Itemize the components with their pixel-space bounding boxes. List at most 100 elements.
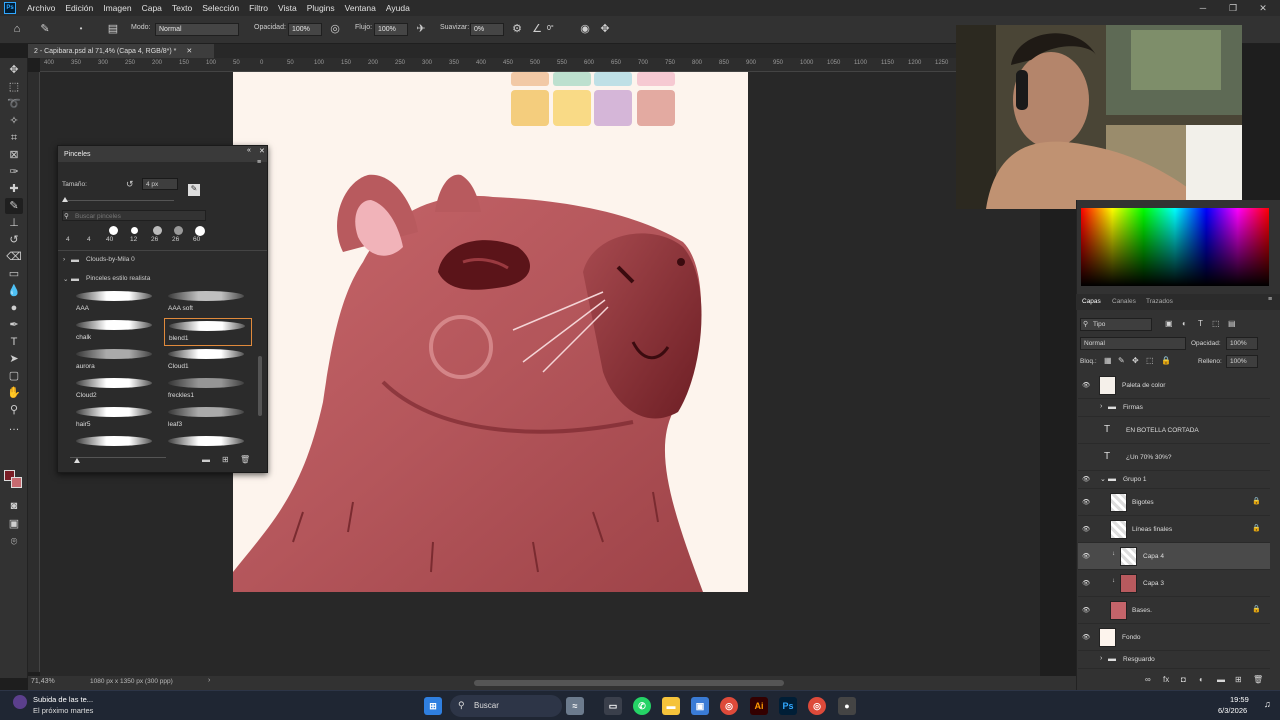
pressure-size-icon[interactable]: ◉ <box>578 22 592 36</box>
brush-preset-selected[interactable]: blend1 <box>164 318 252 346</box>
eye-icon[interactable]: 👁 <box>1082 579 1091 588</box>
healing-brush-tool-icon[interactable]: ✚ <box>5 181 23 197</box>
flow-field[interactable]: 100% <box>374 23 408 36</box>
notification-title[interactable]: Subida de las te... <box>33 695 93 704</box>
filter-smart-object-icon[interactable]: ▤ <box>1228 319 1236 328</box>
brush-settings-icon-panel[interactable]: ✎ <box>188 184 200 196</box>
filter-pixel-icon[interactable]: ▣ <box>1165 319 1173 328</box>
chrome-icon[interactable]: ◎ <box>720 697 738 715</box>
brush-search-input[interactable]: Buscar pinceles <box>62 210 206 221</box>
recent-brush-size[interactable]: 26 <box>172 236 179 243</box>
close-icon[interactable]: ✕ <box>1248 0 1278 16</box>
pressure-opacity-icon[interactable]: ◎ <box>328 22 342 36</box>
rectangle-tool-icon[interactable]: ▢ <box>5 368 23 384</box>
color-spectrum[interactable] <box>1081 208 1269 286</box>
menu-archivo[interactable]: Archivo <box>22 3 60 13</box>
zoom-level[interactable]: 71,43% <box>31 678 55 685</box>
layer-name[interactable]: Líneas finales <box>1132 526 1172 533</box>
pen-tool-icon[interactable]: ✒ <box>5 317 23 333</box>
more-tools-icon[interactable]: … <box>5 419 23 435</box>
folder-chevron-icon[interactable]: › <box>1100 403 1102 410</box>
layer-opacity-field[interactable]: 100% <box>1226 337 1258 350</box>
illustrator-icon[interactable]: Ai <box>750 697 768 715</box>
notification-subtitle[interactable]: El próximo martes <box>33 706 93 715</box>
layer-name[interactable]: Resguardo <box>1123 656 1155 663</box>
recent-brush-tip[interactable] <box>131 227 138 234</box>
brush-size-picker-icon[interactable]: • <box>74 22 88 36</box>
layer-name[interactable]: Capa 4 <box>1143 553 1164 560</box>
brush-group-clouds[interactable]: Clouds-by-Mila 0 <box>86 256 135 263</box>
brush-preset[interactable]: leaf3 <box>164 405 252 433</box>
history-brush-tool-icon[interactable]: ↺ <box>5 232 23 248</box>
layer-row[interactable]: 👁 Bases. 🔒 <box>1078 597 1270 624</box>
document-canvas[interactable] <box>233 72 748 592</box>
layer-row[interactable]: › ▬ Resguardo <box>1078 651 1270 669</box>
gradient-tool-icon[interactable]: ▭ <box>5 266 23 282</box>
layer-row[interactable]: T EN BOTELLA CORTADA <box>1078 417 1270 444</box>
photoshop-taskbar-icon[interactable]: Ps <box>779 697 797 715</box>
delete-brush-icon[interactable]: 🗑 <box>240 455 250 464</box>
add-mask-icon[interactable]: ◘ <box>1181 675 1186 684</box>
recent-brush-size[interactable]: 60 <box>193 236 200 243</box>
layer-row[interactable]: 👁 Líneas finales 🔒 <box>1078 516 1270 543</box>
brush-preset[interactable] <box>164 434 252 446</box>
panel-menu-icon[interactable]: ≡ <box>1268 296 1272 303</box>
filter-shape-icon[interactable]: ⬚ <box>1212 319 1220 328</box>
notifications-bell-icon[interactable]: ♫ <box>1264 699 1271 709</box>
recent-brush-tip[interactable] <box>109 226 118 235</box>
filter-type-icon[interactable]: T <box>1198 319 1203 328</box>
brush-tool-icon[interactable]: ✎ <box>5 198 23 214</box>
brushes-panel-header[interactable]: Pinceles « ✕ ≡ <box>58 146 267 166</box>
home-icon[interactable]: ⌂ <box>10 22 24 36</box>
new-brush-icon[interactable]: ⊞ <box>222 455 229 464</box>
status-chevron-icon[interactable]: › <box>208 677 210 684</box>
layer-name[interactable]: Bases. <box>1132 607 1152 614</box>
menu-vista[interactable]: Vista <box>273 3 302 13</box>
layer-row[interactable]: 👁 Paleta de color <box>1078 372 1270 399</box>
recent-brush-size[interactable]: 12 <box>130 236 137 243</box>
link-layers-icon[interactable]: ∞ <box>1145 675 1151 684</box>
layer-name[interactable]: Bigotes <box>1132 499 1154 506</box>
recent-brush-size[interactable]: 4 <box>87 236 91 243</box>
quick-mask-icon[interactable]: ◙ <box>5 498 23 514</box>
marquee-tool-icon[interactable]: ⬚ <box>5 79 23 95</box>
brush-preset[interactable]: Cloud1 <box>164 347 252 375</box>
hand-tool-icon[interactable]: ✋ <box>5 385 23 401</box>
brush-preset[interactable]: Cloud2 <box>72 376 160 404</box>
brush-settings-icon[interactable]: ▤ <box>106 22 120 36</box>
eyedropper-tool-icon[interactable]: ✑ <box>5 164 23 180</box>
layer-name[interactable]: Capa 3 <box>1143 580 1164 587</box>
size-field[interactable]: 4 px <box>142 178 178 190</box>
panel-close-icon[interactable]: ✕ <box>259 147 265 155</box>
lock-artboard-icon[interactable]: ⬚ <box>1146 356 1154 365</box>
folder-chevron-icon[interactable]: › <box>1100 655 1102 662</box>
smoothing-field[interactable]: 0% <box>470 23 504 36</box>
layer-row[interactable]: 👁 ↓ Capa 3 <box>1078 570 1270 597</box>
move-tool-icon[interactable]: ✥ <box>5 62 23 78</box>
recent-brush-size[interactable]: 40 <box>106 236 113 243</box>
layer-filter-select[interactable]: Tipo <box>1080 318 1152 331</box>
zoom-tool-icon[interactable]: ⚲ <box>5 402 23 418</box>
smoothing-options-gear-icon[interactable]: ⚙ <box>510 22 524 36</box>
menu-ventana[interactable]: Ventana <box>340 3 381 13</box>
tab-layers[interactable]: Capas <box>1082 298 1101 305</box>
recent-brush-size[interactable]: 4 <box>66 236 70 243</box>
lasso-tool-icon[interactable]: ➰ <box>5 96 23 112</box>
taskbar-search-box[interactable]: ⚲ Buscar <box>450 695 562 717</box>
lock-all-icon[interactable]: 🔒 <box>1161 356 1171 365</box>
tab-paths[interactable]: Trazados <box>1146 298 1173 305</box>
folder-chevron-down-icon[interactable]: ⌄ <box>1100 475 1106 483</box>
recent-brush-size[interactable]: 26 <box>151 236 158 243</box>
menu-texto[interactable]: Texto <box>167 3 197 13</box>
menu-ayuda[interactable]: Ayuda <box>381 3 415 13</box>
clone-stamp-tool-icon[interactable]: ⊥ <box>5 215 23 231</box>
notification-avatar[interactable] <box>13 695 27 709</box>
obs-icon[interactable]: ● <box>838 697 856 715</box>
layer-name[interactable]: ¿Un 70% 30%? <box>1126 454 1172 461</box>
brush-preset[interactable]: hair5 <box>72 405 160 433</box>
layer-name[interactable]: EN BOTELLA CORTADA <box>1126 427 1199 434</box>
frame-tool-icon[interactable]: ⊠ <box>5 147 23 163</box>
eye-icon[interactable]: 👁 <box>1082 381 1091 390</box>
camera-icon[interactable]: ⌾ <box>5 534 23 550</box>
dodge-tool-icon[interactable]: ● <box>5 300 23 316</box>
